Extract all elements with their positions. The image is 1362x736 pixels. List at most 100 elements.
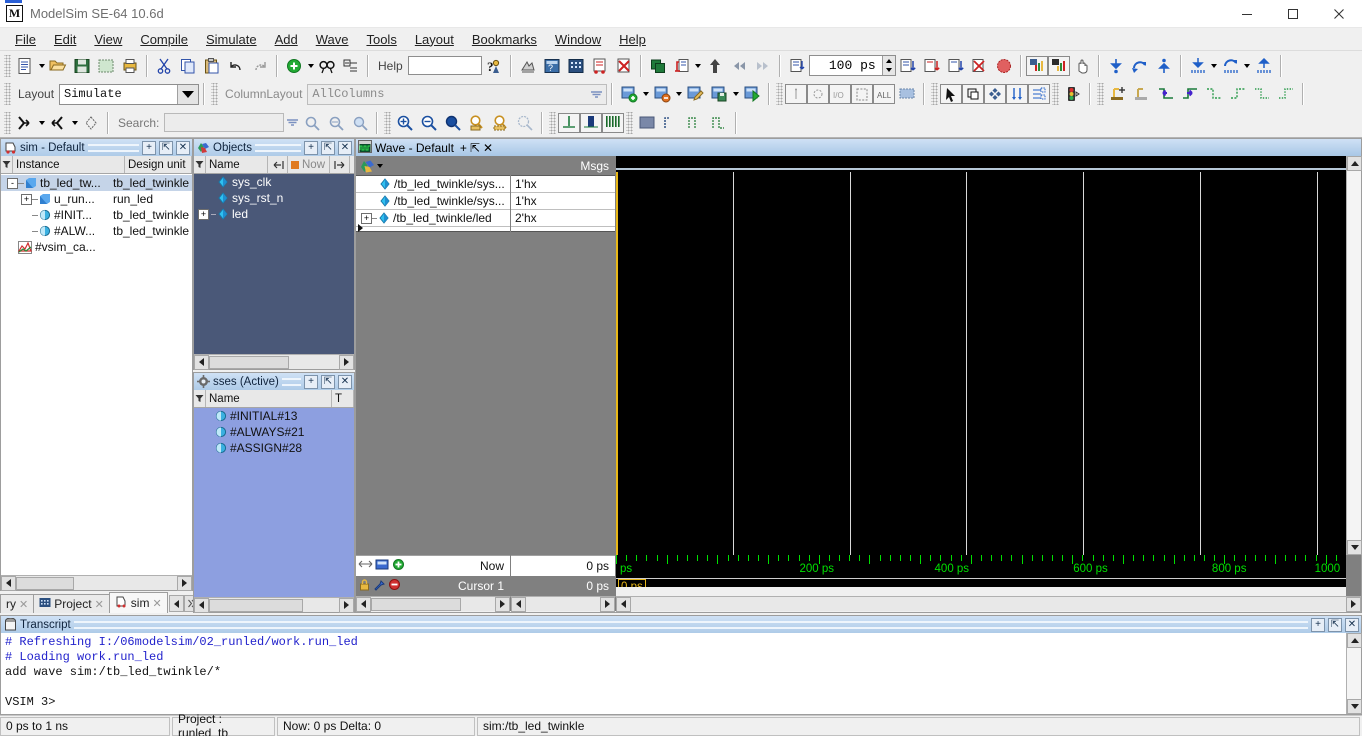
tab-scroll-right-button[interactable] (183, 595, 193, 612)
edge4-icon[interactable] (1274, 82, 1298, 106)
wave-scroll-up-button[interactable] (1347, 156, 1362, 171)
run-length-spinner[interactable]: 100 ps (808, 55, 896, 76)
objects-scroll-right-button[interactable] (339, 354, 354, 370)
wave-names-header[interactable] (356, 156, 510, 176)
processes-filter-icon[interactable] (194, 390, 206, 407)
wave-canvas-scroll-right[interactable] (1346, 596, 1361, 612)
spin-down-icon[interactable] (882, 65, 895, 75)
list-item[interactable]: #ASSIGN#28 (194, 440, 354, 456)
delete-cursor-icon[interactable] (388, 578, 401, 594)
library-tab-close-icon[interactable]: ✕ (19, 598, 28, 611)
collapse-signals-dropdown-icon[interactable] (70, 112, 79, 134)
run-length-spin-buttons[interactable] (881, 56, 895, 75)
break-icon[interactable] (968, 54, 992, 78)
menu-tools[interactable]: Tools (357, 30, 405, 49)
columnlayout-grip[interactable] (211, 83, 219, 105)
new-project-icon[interactable] (617, 82, 641, 106)
bp-toolbar-grip[interactable] (1097, 83, 1105, 105)
step-icon[interactable] (920, 54, 944, 78)
loop-wave-dropdown-icon[interactable] (1243, 55, 1252, 77)
objects-nav-right-button[interactable] (330, 156, 350, 173)
save-project-dropdown-icon[interactable] (731, 83, 740, 105)
tabbar-nav[interactable] (168, 594, 193, 613)
sim-column-instance[interactable]: Instance (13, 156, 125, 173)
wave-pane-undock-button[interactable]: + (460, 141, 467, 155)
transcript-vscroll-track[interactable] (1347, 648, 1361, 699)
columnlayout-value[interactable]: AllColumns (308, 85, 586, 104)
find-all-icon[interactable] (348, 111, 372, 135)
menu-add[interactable]: Add (266, 30, 307, 49)
expand-signals-dropdown-icon[interactable] (37, 112, 46, 134)
edge3-icon[interactable] (1250, 82, 1274, 106)
wave-edge1-icon[interactable] (659, 111, 683, 135)
step-over-icon[interactable] (944, 54, 968, 78)
transcript-maximize-button[interactable]: ⇱ (1328, 617, 1342, 632)
restart-icon[interactable] (646, 54, 670, 78)
spin-up-icon[interactable] (882, 56, 895, 66)
sidebar-item-sim[interactable]: sim ✕ (108, 592, 168, 613)
list-item[interactable]: sys_rst_n (194, 190, 354, 206)
processes-scroll-left-button[interactable] (194, 597, 209, 613)
list-item[interactable]: #INITIAL#13 (194, 408, 354, 424)
wave-toolbar-grip[interactable] (4, 111, 11, 134)
step-back-icon[interactable] (727, 54, 751, 78)
transcript-close-button[interactable]: ✕ (1345, 617, 1359, 632)
insert-cursor-icon[interactable] (558, 112, 581, 133)
config-icon[interactable] (1028, 84, 1051, 104)
dataflow-icon[interactable]: ALL (873, 84, 896, 104)
run-up-icon[interactable] (703, 54, 727, 78)
wave-colors-icon[interactable] (895, 82, 919, 106)
zoom-mode-icon[interactable] (962, 84, 985, 104)
menu-edit[interactable]: Edit (45, 30, 85, 49)
layout-combo[interactable]: Simulate (59, 83, 200, 105)
wave-time-ruler[interactable]: ps 200 ps 400 ps 600 ps 800 ps 1000 0 ps (616, 555, 1346, 587)
sim-column-design-unit[interactable]: Design unit (125, 156, 192, 173)
compile-icon[interactable] (94, 54, 118, 78)
wave-values-scroll-right[interactable] (600, 596, 615, 612)
menu-layout[interactable]: Layout (406, 30, 463, 49)
processes-scroll-right-button[interactable] (339, 597, 354, 613)
wavefill-grip[interactable] (626, 111, 634, 134)
new-project-dropdown-icon[interactable] (641, 83, 650, 105)
transcript-header[interactable]: Transcript + ⇱ ✕ (1, 616, 1361, 633)
toolbar-grip[interactable] (4, 54, 11, 77)
processes-scroll-thumb[interactable] (209, 598, 303, 612)
layout-toolbar-grip[interactable] (4, 83, 11, 105)
sim-pane-maximize-button[interactable]: ⇱ (159, 140, 173, 155)
edit-project-icon[interactable] (683, 82, 707, 106)
processes-column-type[interactable]: T (332, 390, 354, 407)
open-folder-icon[interactable] (46, 54, 70, 78)
collapse-signals-icon[interactable] (46, 111, 70, 135)
search-input-wrap[interactable] (164, 113, 285, 132)
new-file-icon[interactable] (13, 54, 37, 78)
add-cursor-icon[interactable] (375, 558, 390, 574)
wave-edge3-icon[interactable] (707, 111, 731, 135)
sim-scroll-right-button[interactable] (177, 575, 192, 591)
transcript-scroll-down-button[interactable] (1347, 699, 1362, 714)
run-all-icon[interactable] (785, 54, 809, 78)
region-icon[interactable] (851, 84, 874, 104)
objects-pane-close-button[interactable]: ✕ (338, 140, 352, 155)
toggle-leaf-icon[interactable] (580, 112, 603, 133)
find-next-icon[interactable] (300, 111, 324, 135)
wave-pane-maximize-button[interactable]: ⇱ (470, 141, 480, 155)
run-length-dropdown-icon[interactable] (694, 55, 703, 77)
context-help-icon[interactable]: ? (482, 54, 506, 78)
undo-icon[interactable] (224, 54, 248, 78)
cut-icon[interactable] (152, 54, 176, 78)
find-prev-icon[interactable] (324, 111, 348, 135)
columnlayout-combo[interactable]: AllColumns (307, 83, 608, 105)
cursor-controls[interactable] (358, 578, 401, 594)
traffic-icon[interactable] (1061, 82, 1085, 106)
wave-vscroll-track[interactable] (1347, 171, 1361, 540)
processes-pane-header[interactable]: sses (Active) + ⇱ ✕ (194, 373, 354, 390)
loop-wave-icon[interactable] (1219, 54, 1243, 78)
cursor-toolbar-grip[interactable] (549, 111, 557, 134)
objects-pane-maximize-button[interactable]: ⇱ (321, 140, 335, 155)
hand-pan-icon[interactable] (1070, 54, 1094, 78)
copy-icon[interactable] (176, 54, 200, 78)
wave-edge2-icon[interactable] (683, 111, 707, 135)
list-item[interactable]: sys_clk (194, 174, 354, 190)
paste-icon[interactable] (200, 54, 224, 78)
down-wave-icon[interactable] (1186, 54, 1210, 78)
